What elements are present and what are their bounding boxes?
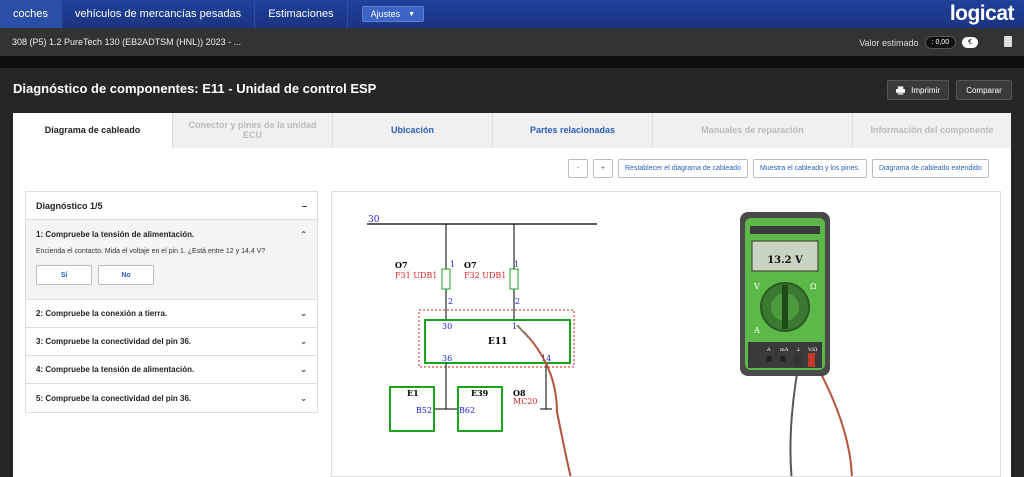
jack-com-label: ⊥ <box>796 347 801 353</box>
chevron-down-icon: ⌄ <box>300 309 307 318</box>
jack-vohm-label: V/Ω <box>807 347 817 353</box>
fuse2-pin-out: 2 <box>515 297 520 306</box>
ecu-name: E11 <box>488 337 507 347</box>
step-label: 5: Compruebe la conectividad del pin 36. <box>36 393 192 403</box>
chevron-up-icon[interactable]: ⌃ <box>300 230 307 239</box>
fuse2-name: O7 <box>464 260 477 270</box>
vehicle-bar: 308 (P5) 1.2 PureTech 130 (EB2ADTSM (HNL… <box>0 28 1024 56</box>
tab-component-info[interactable]: Información del componente <box>853 113 1011 148</box>
tab-location[interactable]: Ubicación <box>333 113 493 148</box>
tab-related-parts[interactable]: Partes relacionadas <box>493 113 653 148</box>
fuse1-label: F31 UDB1 <box>395 271 437 280</box>
compare-label: Comparar <box>966 85 1002 95</box>
e1-name: E1 <box>407 388 419 398</box>
chevron-down-icon: ⌄ <box>300 337 307 346</box>
vehicle-name[interactable]: 308 (P5) 1.2 PureTech 130 (EB2ADTSM (HNL… <box>0 37 241 47</box>
step-row[interactable]: 2: Compruebe la conexión a tierra. ⌄ <box>26 300 317 328</box>
mode-a-label: A <box>753 326 760 335</box>
fuse2-label: F32 UDB1 <box>464 271 506 280</box>
diagnosis-title: Diagnóstico 1/5 <box>36 200 103 211</box>
step-row[interactable]: 4: Compruebe la tensión de alimentación.… <box>26 356 317 384</box>
mode-v-label: V <box>753 282 760 291</box>
zoom-in-button[interactable]: + <box>593 159 613 178</box>
collapse-icon[interactable]: – <box>302 201 307 211</box>
print-label: Imprimir <box>911 85 940 95</box>
wiring-diagram[interactable]: 30 1 2 O7 F31 UDB1 1 2 O7 F32 UDB1 30 1 … <box>331 191 1001 477</box>
chevron-down-icon: ▼ <box>408 10 416 18</box>
step-label: 2: Compruebe la conexión a tierra. <box>36 309 168 318</box>
step-row[interactable]: 3: Compruebe la conectividad del pin 36.… <box>26 328 317 356</box>
meter-reading: 13.2 V <box>767 255 803 266</box>
tab-repair-manuals[interactable]: Manuales de reparación <box>653 113 853 148</box>
currency-badge: € <box>962 37 978 48</box>
nav-tab-cars[interactable]: coches <box>0 0 62 28</box>
reset-diagram-button[interactable]: Restablecer el diagrama de cableado <box>618 159 748 178</box>
zoom-out-button[interactable]: - <box>568 159 588 178</box>
estimate-label: Valor estimado <box>859 37 919 48</box>
fuse1-pin-in: 1 <box>450 260 455 269</box>
nav-tab-trucks[interactable]: vehículos de mercancías pesadas <box>62 0 256 28</box>
jack-ma-label: mA <box>780 347 789 353</box>
main-panel: Diagrama de cableado Conector y pines de… <box>13 113 1011 477</box>
diagnosis-panel: Diagnóstico 1/5 – 1: Compruebe la tensió… <box>25 191 318 413</box>
multimeter: 13.2 V V Ω A A mA ⊥ V/Ω <box>740 212 830 376</box>
jack-a-label: A <box>766 347 771 353</box>
estimate-value: : 0,00 <box>924 36 957 49</box>
ecu-pin-1: 1 <box>512 322 517 331</box>
step-description: Encienda el contacto. Mida el voltaje en… <box>36 248 266 255</box>
o8-label: MC20 <box>513 397 538 406</box>
print-button[interactable]: Imprimir <box>887 80 949 100</box>
yes-button[interactable]: Sí <box>36 265 92 285</box>
fuse2-pin-in: 1 <box>514 260 519 269</box>
show-pins-button[interactable]: Muestra el cableado y los pines. <box>752 159 867 178</box>
ecu-pin-30: 30 <box>442 322 452 331</box>
nav-tab-estimates[interactable]: Estimaciones <box>255 0 348 28</box>
diagnosis-header[interactable]: Diagnóstico 1/5 – <box>26 192 317 220</box>
printer-icon <box>896 85 906 95</box>
page-title: Diagnóstico de componentes: E11 - Unidad… <box>13 81 377 96</box>
mode-ohm-label: Ω <box>810 282 817 291</box>
logo: logicat <box>949 2 1015 25</box>
step-label: 4: Compruebe la tensión de alimentación. <box>36 365 195 374</box>
chevron-down-icon: ⌄ <box>300 393 307 403</box>
fuse1-pin-out: 2 <box>448 297 453 306</box>
divider <box>0 56 1024 68</box>
extended-diagram-button[interactable]: Diagrama de cableado extendido <box>871 159 989 178</box>
fuse1-name: O7 <box>395 260 408 270</box>
e39-pin: B62 <box>459 406 475 415</box>
estimate-group: Valor estimado : 0,00 € <box>859 36 978 49</box>
no-button[interactable]: No <box>98 265 154 285</box>
settings-dropdown[interactable]: Ajustes ▼ <box>361 6 425 22</box>
ecu-pin-36: 36 <box>442 354 452 363</box>
tab-bar: Diagrama de cableado Conector y pines de… <box>13 113 1011 148</box>
diagram-toolbar: - + Restablecer el diagrama de cableado … <box>568 159 989 178</box>
top-nav: coches vehículos de mercancías pesadas E… <box>0 0 1024 28</box>
trash-icon[interactable] <box>1004 36 1012 47</box>
step-title[interactable]: 1: Compruebe la tensión de alimentación. <box>36 230 194 239</box>
step-row[interactable]: 5: Compruebe la conectividad del pin 36.… <box>26 384 317 412</box>
step-label: 3: Compruebe la conectividad del pin 36. <box>36 337 192 346</box>
page-header: Diagnóstico de componentes: E11 - Unidad… <box>0 68 1024 112</box>
bus-label: 30 <box>368 215 380 225</box>
settings-label: Ajustes <box>370 9 401 19</box>
tab-wiring-diagram[interactable]: Diagrama de cableado <box>13 113 173 148</box>
e39-name: E39 <box>471 388 489 398</box>
e1-pin: B52 <box>416 406 432 415</box>
compare-button[interactable]: Comparar <box>956 80 1012 100</box>
tab-ecu-connector[interactable]: Conector y pines de la unidad ECU <box>173 113 333 148</box>
active-step: 1: Compruebe la tensión de alimentación.… <box>26 220 317 300</box>
chevron-down-icon: ⌄ <box>300 365 307 374</box>
